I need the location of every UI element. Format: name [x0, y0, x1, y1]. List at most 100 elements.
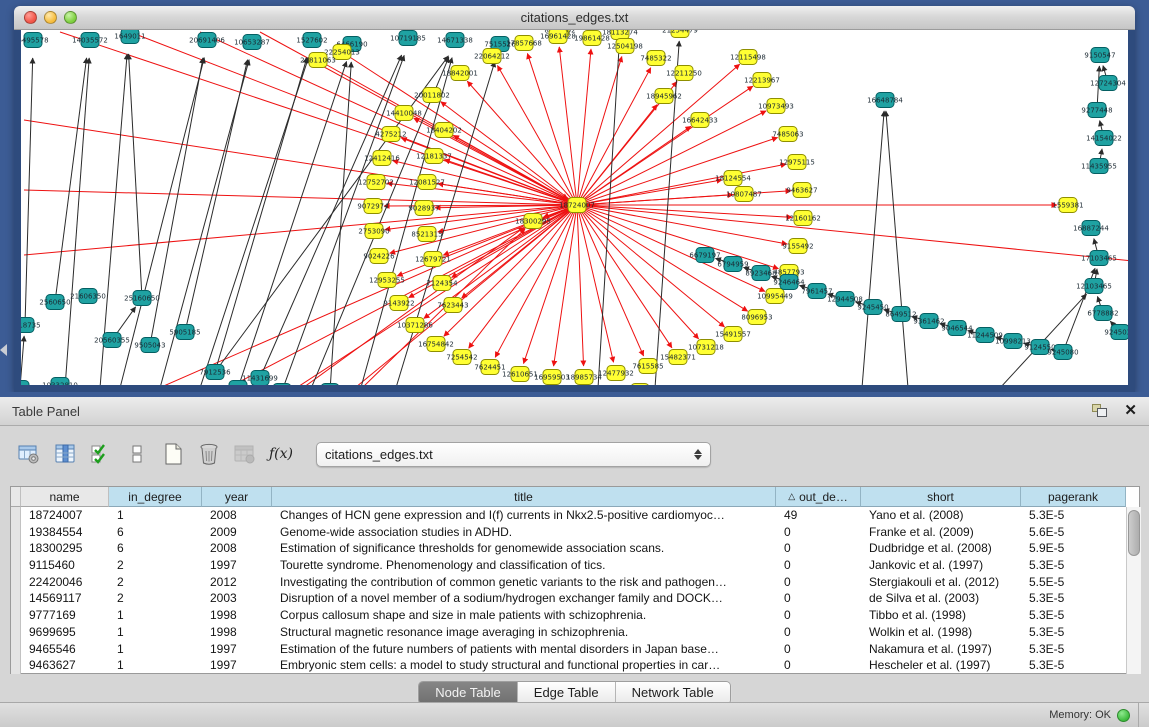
- graph-node-yellow[interactable]: 18985734: [566, 370, 602, 385]
- graph-node-yellow[interactable]: 12752702: [358, 175, 394, 190]
- graph-node-yellow[interactable]: 9245012: [624, 384, 655, 386]
- graph-node-yellow[interactable]: 18124554: [715, 171, 751, 186]
- graph-node-yellow[interactable]: 12504198: [607, 39, 643, 54]
- graph-node-teal[interactable]: 6679197: [689, 248, 720, 263]
- graph-node-yellow[interactable]: 9463627: [786, 183, 817, 198]
- graph-node-yellow[interactable]: 14410048: [386, 106, 422, 121]
- graph-node-yellow[interactable]: 9155492: [782, 239, 813, 254]
- citation-edge-red[interactable]: [441, 102, 577, 205]
- citation-edge[interactable]: [598, 43, 619, 385]
- graph-node-yellow[interactable]: 7485322: [640, 51, 671, 66]
- citation-edge-red[interactable]: [577, 195, 733, 205]
- column-header-title[interactable]: title: [272, 487, 776, 507]
- graph-node-teal[interactable]: 11431699: [242, 371, 278, 386]
- graph-node-teal[interactable]: 20691406: [189, 33, 225, 48]
- graph-node-yellow[interactable]: 1559381: [1052, 198, 1083, 213]
- unselect-rows-icon[interactable]: [124, 441, 150, 467]
- graph-node-yellow[interactable]: 7624451: [474, 360, 505, 375]
- window-titlebar[interactable]: citations_edges.txt: [14, 6, 1135, 30]
- graph-node-yellow[interactable]: 21254479: [662, 30, 698, 38]
- graph-node-teal[interactable]: 21606350: [70, 289, 106, 304]
- graph-node-yellow[interactable]: 10973493: [758, 99, 794, 114]
- column-header-short[interactable]: short: [861, 487, 1021, 507]
- citation-edge-red[interactable]: [577, 205, 699, 339]
- close-icon[interactable]: ✕: [1124, 404, 1137, 418]
- graph-node-yellow[interactable]: 16754842: [418, 337, 454, 352]
- graph-node-teal[interactable]: 1527602: [296, 33, 327, 48]
- tab-network-table[interactable]: Network Table: [616, 682, 730, 704]
- table-row[interactable]: 977716911998Corpus callosum shape and si…: [21, 607, 1126, 624]
- graph-node-teal[interactable]: 14035572: [72, 33, 108, 48]
- show-columns-icon[interactable]: [52, 441, 78, 467]
- graph-node-yellow[interactable]: 10731218: [688, 340, 724, 355]
- graph-node-yellow[interactable]: 18404202: [426, 123, 462, 138]
- column-header-year[interactable]: year: [202, 487, 272, 507]
- citation-edge[interactable]: [886, 111, 908, 385]
- citation-edge-red[interactable]: [577, 64, 740, 205]
- graph-node-teal[interactable]: 8649512: [885, 307, 916, 322]
- table-row[interactable]: 969969511998Structural magnetic resonanc…: [21, 624, 1126, 641]
- tab-edge-table[interactable]: Edge Table: [518, 682, 616, 704]
- citation-edge[interactable]: [25, 58, 33, 325]
- graph-node-yellow[interactable]: 12975115: [779, 155, 815, 170]
- graph-node-yellow[interactable]: 12211250: [666, 66, 702, 81]
- table-row[interactable]: 1456911722003Disruption of a novel membe…: [21, 590, 1126, 607]
- citation-edge-red[interactable]: [24, 205, 577, 255]
- citation-edge-red[interactable]: [577, 126, 691, 205]
- graph-node-yellow[interactable]: 16959503: [534, 370, 570, 385]
- graph-node-teal[interactable]: 9361462: [913, 314, 944, 329]
- graph-node-yellow[interactable]: 15491557: [715, 327, 751, 342]
- graph-node-teal[interactable]: 6794959: [717, 257, 748, 272]
- graph-node-teal[interactable]: 2560650: [39, 295, 70, 310]
- graph-node-yellow[interactable]: 8096953: [741, 310, 772, 325]
- graph-node-teal[interactable]: 1649011: [114, 30, 145, 44]
- citation-edge-red[interactable]: [577, 205, 725, 327]
- graph-node-yellow[interactable]: 18945962: [646, 89, 682, 104]
- graph-node-teal[interactable]: 16887244: [1073, 221, 1109, 236]
- citation-edge-red[interactable]: [577, 205, 1128, 262]
- graph-node-yellow[interactable]: 9143922: [383, 296, 414, 311]
- table-selector-dropdown[interactable]: citations_edges.txt: [316, 442, 711, 467]
- graph-node-yellow[interactable]: 9028937: [408, 201, 439, 216]
- citation-edge-red[interactable]: [554, 205, 577, 366]
- graph-node-teal[interactable]: 6778882: [1087, 306, 1118, 321]
- delete-column-icon[interactable]: [196, 441, 222, 467]
- table-options-icon[interactable]: [16, 441, 42, 467]
- graph-node-yellow[interactable]: 7615585: [632, 359, 663, 374]
- graph-node-yellow[interactable]: 10807487: [726, 187, 762, 202]
- citation-edge-red[interactable]: [130, 32, 577, 205]
- graph-node-teal[interactable]: 17103465: [1081, 251, 1117, 266]
- table-row[interactable]: 946554611997Estimation of the future num…: [21, 641, 1126, 658]
- citation-edge-red[interactable]: [559, 47, 577, 205]
- graph-node-yellow[interactable]: 8521315: [411, 227, 442, 242]
- memory-ok-indicator[interactable]: [1117, 709, 1130, 722]
- function-builder-icon[interactable]: ƒ(x): [268, 441, 294, 467]
- graph-node-yellow[interactable]: 15482371: [660, 350, 696, 365]
- graph-node-teal[interactable]: 7552522: [266, 384, 297, 386]
- delete-table-icon[interactable]: [232, 441, 258, 467]
- column-header-out_degree[interactable]: △out_de…: [776, 487, 861, 507]
- graph-node-teal[interactable]: 8923468: [745, 266, 776, 281]
- select-all-icon[interactable]: [88, 441, 114, 467]
- graph-node-teal[interactable]: 25160650: [124, 291, 160, 306]
- graph-node-teal[interactable]: 10719185: [390, 31, 426, 46]
- graph-node-teal[interactable]: 10332810: [42, 378, 78, 386]
- graph-node-teal[interactable]: 20560355: [94, 333, 130, 348]
- column-header-in_degree[interactable]: in_degree: [109, 487, 202, 507]
- citation-edge[interactable]: [862, 111, 884, 385]
- table-row[interactable]: 911546021997Tourette syndrome. Phenomeno…: [21, 557, 1126, 574]
- graph-node-yellow[interactable]: 7485063: [772, 127, 803, 142]
- graph-node-teal[interactable]: 9378586: [21, 381, 36, 386]
- float-panel-icon[interactable]: [1092, 404, 1108, 418]
- graph-node-teal[interactable]: 9505043: [134, 338, 165, 353]
- citation-edge-red[interactable]: [577, 105, 657, 205]
- citation-edge-red[interactable]: [577, 205, 644, 356]
- citation-edge-red[interactable]: [577, 180, 722, 205]
- citation-edge[interactable]: [129, 54, 142, 298]
- graph-node-teal[interactable]: 9277448: [1081, 103, 1112, 118]
- graph-node-yellow[interactable]: 16961428: [540, 30, 576, 44]
- graph-node-yellow[interactable]: 16642433: [682, 113, 718, 128]
- column-header-name[interactable]: name: [21, 487, 109, 507]
- graph-node-teal[interactable]: 9318735: [21, 318, 41, 333]
- graph-node-yellow[interactable]: 7254542: [446, 350, 477, 365]
